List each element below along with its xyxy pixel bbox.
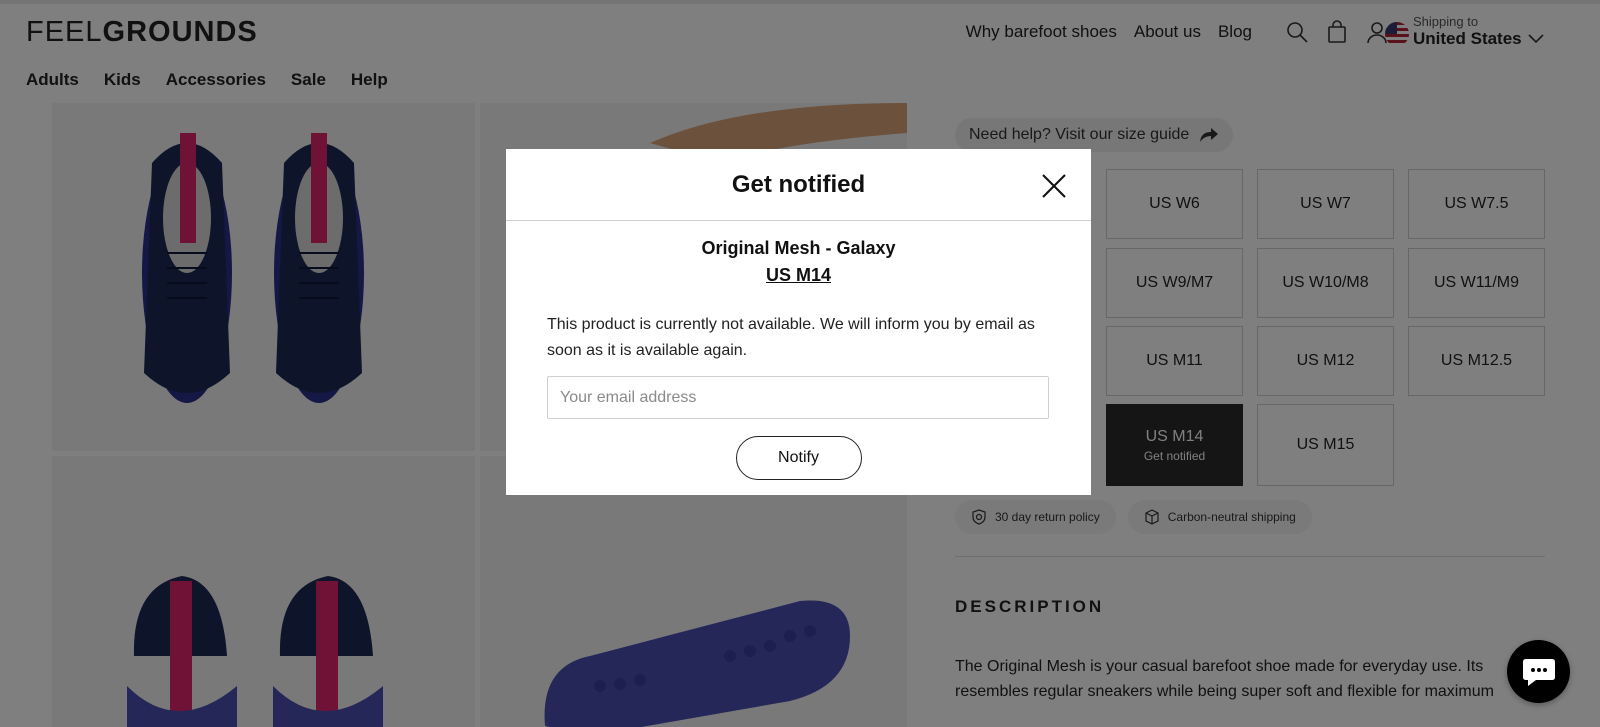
email-field[interactable] [547, 376, 1049, 419]
get-notified-modal: Get notified Original Mesh - Galaxy US M… [506, 149, 1091, 495]
chat-button[interactable] [1507, 640, 1570, 703]
product-size: US M14 [765, 265, 832, 285]
product-name: Original Mesh - Galaxy [701, 238, 896, 258]
modal-body: Original Mesh - Galaxy US M14 This produ… [506, 221, 1091, 480]
notify-button[interactable]: Notify [735, 436, 862, 480]
modal-title: Get notified [731, 170, 866, 198]
availability-message: This product is currently not available.… [547, 316, 1035, 359]
close-button[interactable] [1041, 173, 1067, 199]
chat-icon [1522, 658, 1555, 686]
close-icon [1042, 174, 1066, 198]
modal-header: Get notified [506, 149, 1091, 221]
